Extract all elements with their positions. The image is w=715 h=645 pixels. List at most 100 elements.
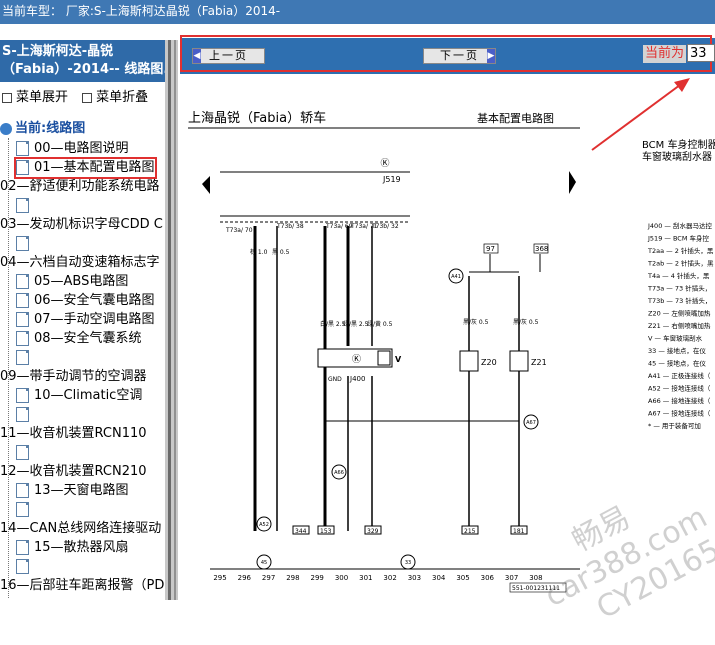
svg-text:97: 97 [486,245,495,253]
svg-text:T73b/ 38: T73b/ 38 [276,223,304,230]
tree-item[interactable] [16,197,34,215]
expand-icon [2,92,12,103]
document-icon [16,331,29,346]
legend-entry: Z21 — 右侧喷嘴加热 [648,321,711,330]
document-icon [16,407,29,422]
legend-entry: T73b — 73 针插头， [647,296,711,305]
legend-entry: V — 车窗玻璃刮水 [648,334,703,343]
diagram-subtitle: 基本配置电路图 [477,111,554,125]
next-sheet-arrow[interactable] [569,171,576,194]
axis-number: 305 [456,574,469,582]
collapse-icon [82,92,93,103]
document-icon [16,274,29,289]
tree-item[interactable]: 16—后部驻车距离报警（PD [0,577,164,595]
tree-item[interactable]: 07—手动空调电路图 [16,311,155,329]
current-page-input[interactable]: 33 [687,44,715,62]
tree-item[interactable]: 13—天窗电路图 [16,482,129,500]
document-icon [16,160,29,175]
svg-text:Z21: Z21 [531,358,547,367]
legend-entry: A66 — 接地连接线（ [648,396,711,405]
svg-text:白/黑 2.5: 白/黑 2.5 [320,320,346,328]
sidebar-title-line2: （Fabia）-2014-- 线路图. [2,62,165,77]
document-icon [16,141,29,156]
legend-entry: A52 — 接地连接线（ [648,384,711,393]
tree-root[interactable]: 当前:线路图 [0,120,85,138]
tree-item[interactable] [16,235,34,253]
v-label: V [395,355,402,364]
tree-item[interactable] [16,444,34,462]
svg-text:215: 215 [464,528,476,535]
tree-item[interactable]: 08—安全气囊系统 [16,330,142,348]
axis-number: 298 [286,574,299,582]
document-icon [16,502,29,517]
legend-entry: J519 — BCM 车身控 [647,234,710,243]
svg-text:329: 329 [367,528,379,535]
sidebar-header: S-上海斯柯达-晶锐 （Fabia）-2014-- 线路图. [0,40,165,82]
tree-item[interactable] [16,558,34,576]
svg-text:A67: A67 [526,420,536,426]
svg-text:368: 368 [535,245,548,253]
legend-entry: J400 — 刮水器马达控 [647,221,712,230]
tree-item[interactable]: 00—电路图说明 [16,140,129,158]
tree-item[interactable]: 14—CAN总线网络连接驱动 [0,520,161,538]
tree-item[interactable]: 05—ABS电路图 [16,273,128,291]
z20-heater [459,350,479,372]
legend-entry: 45 — 接地点，在仪 [648,359,706,368]
svg-text:黑/灰 0.5: 黑/灰 0.5 [513,318,539,326]
svg-text:T73a/ 70: T73a/ 70 [225,227,253,234]
column-axis: 295 296 297 298 299 300 301 302 303 304 305 306 307 3… [213,574,542,582]
tree-item[interactable]: 01—基本配置电路图 [14,157,157,179]
tree-item[interactable] [16,406,34,424]
svg-text:Ⓚ: Ⓚ [380,158,389,169]
tree-item[interactable]: 03—发动机标识字母CDD C [0,216,163,234]
tree-item[interactable] [16,349,34,367]
legend-entry: T2ab — 2 针插头，黑 [647,259,714,268]
svg-text:棕 1.0: 棕 1.0 [250,248,268,256]
diagram-title: 上海晶锐（Fabia）轿车 [188,110,326,126]
tree-item[interactable]: 09—带手动调节的空调器 [0,368,147,386]
z21-heater [509,350,529,372]
tree-item[interactable]: 15—散热器风扇 [16,539,129,557]
tree-item[interactable]: 06—安全气囊电路图 [16,292,155,310]
tree-item[interactable]: 02—舒适便利功能系统电路 [0,178,160,196]
expand-menu-button[interactable]: 菜单展开 [0,90,68,105]
svg-text:A41: A41 [451,274,461,280]
tree-item[interactable]: 12—收音机装置RCN210 [0,463,147,481]
legend-entry: T73a — 73 针插头， [647,284,711,293]
document-icon [16,559,29,574]
axis-number: 303 [408,574,421,582]
svg-text:Ⓚ: Ⓚ [352,354,361,365]
svg-text:153: 153 [320,528,332,535]
collapse-menu-button[interactable]: 菜单折叠 [80,90,148,105]
tree-item[interactable]: 10—Climatic空调 [16,387,142,405]
axis-number: 304 [432,574,446,582]
panel-splitter[interactable] [165,40,178,600]
tree-toolbar: 菜单展开 菜单折叠 [0,86,156,105]
j519-label: J519 [382,175,401,184]
globe-icon [0,122,12,135]
vehicle-title-text: 当前车型： 厂家:S-上海斯柯达晶锐（Fabia）2014- [2,4,281,18]
prev-sheet-arrow[interactable] [202,176,210,194]
svg-text:GND: GND [328,376,342,383]
tree-item[interactable] [16,501,34,519]
legend-entry: * — 用于装备可加 [648,421,701,430]
axis-number: 296 [238,574,252,582]
wiring-diagram: 上海晶锐（Fabia）轿车 基本配置电路图 BCM 车身控制器 车窗玻璃刮水器 … [180,76,715,626]
annotation-arrowhead [674,78,690,92]
tree-item[interactable]: 04—六档自动变速箱标志字 [0,254,160,272]
legend-entry: A67 — 接地连接线（ [648,409,711,418]
legend-entry: A41 — 正极连接线（ [648,371,711,380]
svg-text:J400: J400 [349,375,365,383]
legend-entry: Z20 — 左侧喷嘴加热 [648,309,711,318]
document-icon [16,198,29,213]
svg-text:45: 45 [261,560,267,566]
tree-item[interactable]: 11—收音机装置RCN110 [0,425,147,443]
document-icon [16,312,29,327]
svg-text:黑/灰 0.5: 黑/灰 0.5 [463,318,489,326]
svg-text:344: 344 [295,528,307,535]
document-icon [16,293,29,308]
svg-text:A52: A52 [259,522,269,528]
axis-number: 300 [335,574,348,582]
document-icon [16,445,29,460]
axis-number: 297 [262,574,275,582]
